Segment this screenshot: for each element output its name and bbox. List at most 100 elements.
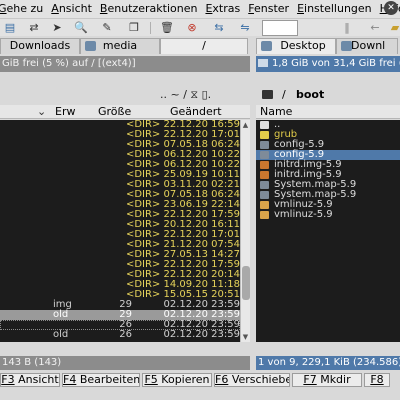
swap-panels-icon[interactable]: ⇋ — [238, 21, 252, 35]
delete-icon[interactable]: ⊗ — [185, 21, 199, 35]
fn-key-f7[interactable]: F7 Mkdir — [292, 373, 362, 387]
pointer-icon[interactable]: ➤ — [50, 21, 64, 35]
back-icon[interactable]: ← — [368, 21, 382, 35]
tab-label: Downl — [351, 39, 386, 52]
fn-key-number: F3 — [1, 373, 15, 386]
text-file-icon — [260, 181, 269, 189]
binary-file-icon — [260, 211, 269, 219]
tab-media[interactable]: media — [80, 38, 160, 54]
right-status-bar: 1 von 9, 229,1 KiB (234.586) v — [256, 356, 400, 370]
left-status-bar: 143 B (143) — [0, 356, 250, 370]
menu-label: instellungen — [304, 2, 372, 15]
menu-extras[interactable]: Extras — [201, 0, 244, 18]
column-ext[interactable]: Erw — [55, 105, 75, 119]
fn-key-number: F8 — [370, 373, 384, 386]
text-file-icon — [260, 141, 269, 149]
search-icon[interactable]: 🔍 — [74, 21, 88, 35]
edit-icon[interactable]: ✎ — [100, 21, 114, 35]
file-row[interactable]: old 26 02.12.20 23:59 — [0, 330, 240, 340]
scroll-thumb[interactable] — [242, 266, 250, 301]
menu-label: xtras — [212, 2, 241, 15]
path-root[interactable]: / — [282, 87, 286, 103]
fn-key-f6[interactable]: F6 Verschieben — [214, 373, 290, 387]
menu-label: enutzeraktionen — [107, 2, 198, 15]
right-tab-bar: Desktop Downl — [256, 38, 400, 54]
scroll-up-icon[interactable]: ▲ — [241, 121, 250, 129]
menu-label: ehe zu — [6, 2, 44, 15]
new-tab-icon[interactable]: ▤ — [3, 21, 17, 35]
tab-label: Downloads — [9, 39, 71, 52]
toolbar: ▤ ⇄ ➤ 🔍 ✎ ❐ 🗑 ⊗ ⇆ ⇋ ‖ ← ▰ — [0, 18, 400, 36]
tab-downloads[interactable]: Downloads — [0, 38, 80, 54]
tab-desktop[interactable]: Desktop — [256, 38, 336, 54]
menu-label: nsicht — [58, 2, 92, 15]
sort-desc-icon: ⌄ — [37, 105, 47, 118]
text-file-icon — [260, 191, 269, 199]
scroll-down-icon[interactable]: ▼ — [241, 333, 250, 341]
folder-icon[interactable]: ▰ — [388, 21, 400, 35]
left-file-list[interactable]: <DIR> 22.12.20 16:59 <DIR> 22.12.20 17:01… — [0, 120, 240, 342]
menu-fenster[interactable]: Fenster — [244, 0, 293, 18]
row-date: 02.12.20 23:59 — [163, 329, 240, 340]
menu-mnemonic: A — [51, 2, 59, 15]
trash-icon[interactable]: 🗑 — [160, 21, 174, 35]
menu-benutzeraktionen[interactable]: Benutzeraktionen — [96, 0, 202, 18]
tab-label: media — [102, 39, 138, 52]
toolbar-separator — [150, 22, 151, 34]
binary-file-icon — [260, 201, 269, 209]
toolbar-input-field[interactable] — [262, 20, 298, 36]
drive-icon — [341, 41, 352, 51]
path-current[interactable]: boot — [296, 87, 324, 103]
column-size[interactable]: Größe — [98, 105, 131, 119]
window-close-icon[interactable]: ✕ — [384, 1, 398, 15]
left-tab-bar: Downloads media / — [0, 38, 250, 54]
column-date[interactable]: Geändert — [170, 105, 222, 119]
left-scrollbar[interactable]: ▲ ▼ — [240, 120, 250, 342]
fn-key-number: F5 — [144, 373, 158, 386]
row-name: vmlinuz-5.9 — [274, 209, 333, 220]
disk-icon — [258, 59, 268, 67]
fn-key-f3[interactable]: F3 Ansicht — [0, 373, 60, 387]
folder-icon — [260, 131, 269, 139]
sync-icon[interactable]: ⇆ — [212, 21, 226, 35]
menu-gehe-zu[interactable]: Gehe zu — [0, 0, 47, 18]
list-view-icon[interactable]: ‖ — [340, 21, 354, 35]
fn-key-label: Mkdir — [316, 373, 351, 386]
right-column-header: Name — [256, 105, 400, 119]
column-name[interactable]: Name — [260, 105, 292, 119]
left-free-space-info: GiB frei (5 %) auf / [(ext4)] — [0, 56, 250, 72]
file-row[interactable]: vmlinuz-5.9 — [256, 210, 400, 220]
row-ext: old — [53, 329, 69, 340]
fn-key-f5[interactable]: F5 Kopieren — [142, 373, 212, 387]
archive-icon — [260, 161, 269, 169]
fn-key-f8[interactable]: F8 — [364, 373, 390, 387]
tab-label: / — [202, 39, 206, 52]
right-file-list[interactable]: .. grub config-5.9 config-5.9 initrd.img-5.9… — [256, 120, 400, 342]
tab-downloads-right[interactable]: Downl — [336, 38, 398, 54]
free-space-label: 1,8 GiB von 31,4 GiB frei (6 — [272, 58, 400, 69]
up-arrow-icon — [260, 121, 269, 129]
right-free-space-info: 1,8 GiB von 31,4 GiB frei (6 — [256, 56, 400, 72]
copy-icon[interactable]: ❐ — [127, 21, 141, 35]
archive-icon — [260, 171, 269, 179]
fn-key-f4[interactable]: F4 Bearbeiten — [62, 373, 140, 387]
fn-key-number: F6 — [215, 373, 229, 386]
compare-icon[interactable]: ⇄ — [27, 21, 41, 35]
fn-key-number: F7 — [303, 373, 317, 386]
fn-key-label: Bearbeiten — [76, 373, 140, 386]
menu-label: enster — [253, 2, 290, 15]
row-size: 26 — [119, 329, 132, 340]
right-path-bar: / boot — [256, 87, 400, 103]
menu-ansicht[interactable]: Ansicht — [47, 0, 96, 18]
left-path-shortcuts[interactable]: .. ~ / ⧖ ▯. — [160, 87, 250, 103]
menu-mnemonic: E — [297, 2, 305, 15]
function-key-bar: F3 Ansicht F4 Bearbeiten F5 Kopieren F6 Ver… — [0, 373, 400, 387]
text-file-icon — [260, 151, 269, 159]
menu-bar: Gehe zu Ansicht Benutzeraktionen Extras … — [0, 0, 400, 18]
fn-key-label: Ansicht — [14, 373, 59, 386]
drive-icon — [261, 41, 272, 51]
fn-key-label: Kopieren — [157, 373, 210, 386]
tab-root[interactable]: / — [160, 38, 248, 54]
fn-key-number: F4 — [63, 373, 77, 386]
menu-einstellungen[interactable]: Einstellungen — [293, 0, 376, 18]
